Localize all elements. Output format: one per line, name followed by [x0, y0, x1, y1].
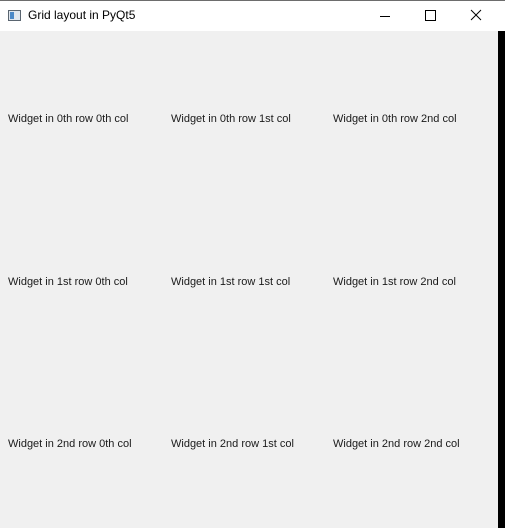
grid-label-r1-c2: Widget in 1st row 2nd col [333, 276, 456, 288]
grid-label-r1-c0: Widget in 1st row 0th col [8, 276, 128, 288]
grid-label-r0-c2: Widget in 0th row 2nd col [333, 113, 457, 125]
minimize-button[interactable] [362, 1, 407, 31]
maximize-icon [425, 10, 436, 21]
grid-label-r2-c2: Widget in 2nd row 2nd col [333, 438, 460, 450]
title-bar[interactable]: Grid layout in PyQt5 [0, 1, 498, 31]
grid-label-r2-c1: Widget in 2nd row 1st col [171, 438, 294, 450]
maximize-button[interactable] [408, 1, 453, 31]
window-edge [498, 1, 505, 528]
grid-label-r1-c1: Widget in 1st row 1st col [171, 276, 291, 288]
close-icon [470, 9, 482, 21]
minimize-icon [380, 16, 390, 17]
grid-label-r0-c0: Widget in 0th row 0th col [8, 113, 129, 125]
app-icon[interactable] [8, 10, 21, 21]
grid-label-r2-c0: Widget in 2nd row 0th col [8, 438, 132, 450]
window-title: Grid layout in PyQt5 [28, 8, 136, 22]
window-edge-titlebar [498, 1, 505, 31]
close-button[interactable] [453, 1, 498, 31]
grid-layout: Widget in 0th row 0th col Widget in 0th … [0, 31, 498, 528]
app-window: Grid layout in PyQt5 Widget in 0th row 0… [0, 0, 505, 528]
grid-label-r0-c1: Widget in 0th row 1st col [171, 113, 291, 125]
